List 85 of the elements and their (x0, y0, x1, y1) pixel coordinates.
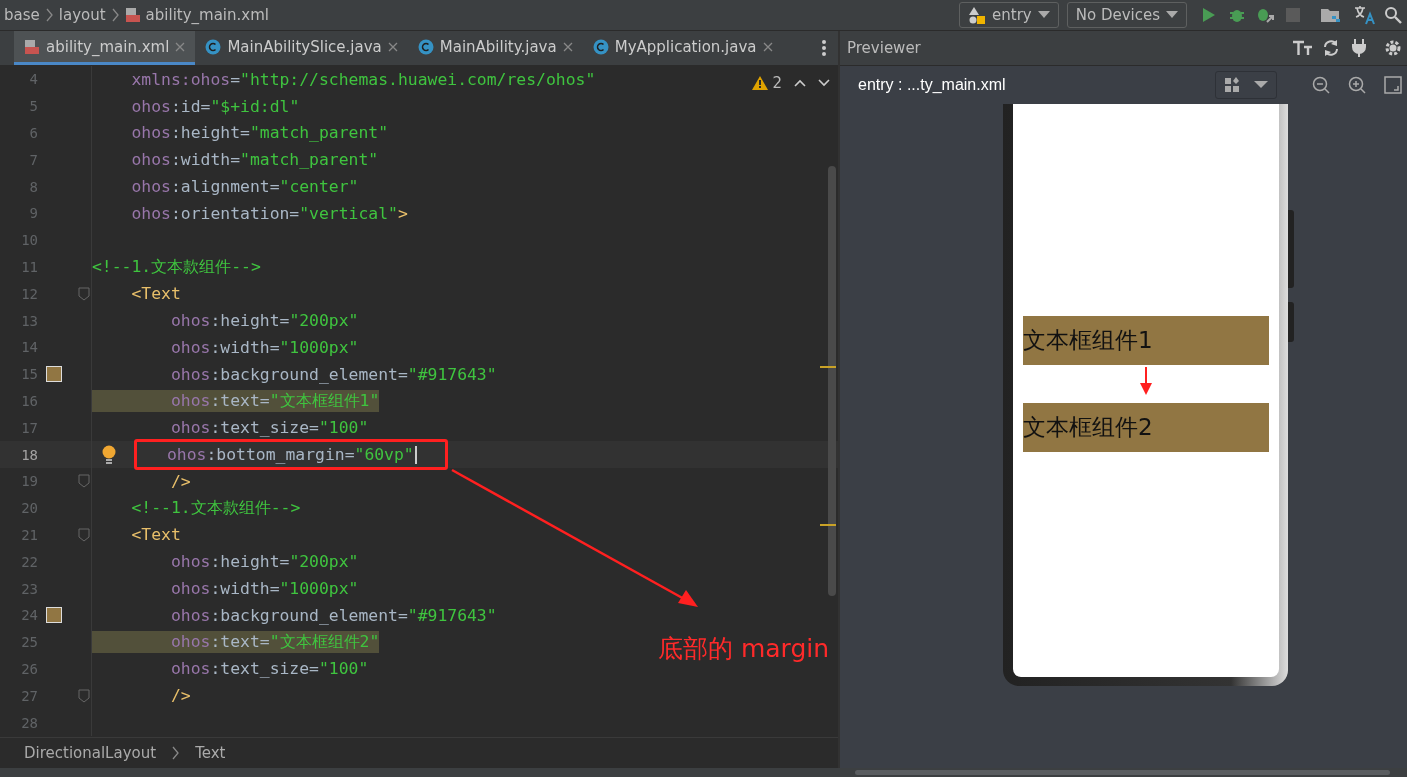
code-line: ohos:height="200px" (169, 552, 359, 572)
code-line: <Text (130, 284, 181, 304)
chevron-right-icon (172, 746, 180, 760)
line-number: 20 (20, 500, 38, 517)
panel-title: Previewer (847, 39, 921, 57)
class-file-icon (417, 38, 434, 55)
code-line: ohos:width="1000px" (169, 337, 359, 357)
line-number: 11 (20, 258, 38, 275)
caret-down-icon (1166, 11, 1178, 19)
code-line: ohos:id="$+id:dl" (130, 96, 300, 116)
line-number: 6 (28, 125, 38, 141)
breadcrumb-item[interactable]: DirectionalLayout (24, 744, 157, 762)
line-number: 4 (28, 71, 38, 88)
line-number: 14 (20, 339, 38, 356)
code-line: ohos:text_size="100" (169, 659, 369, 679)
grid-icon (1224, 77, 1240, 93)
code-line: ohos:height="200px" (169, 311, 359, 331)
breadcrumb-item[interactable]: ability_main.xml (145, 6, 269, 24)
shapes-icon (968, 6, 987, 24)
editor-tab[interactable]: ability_main.xml (14, 31, 196, 65)
code-line: /> (169, 471, 191, 491)
line-number: 9 (28, 205, 38, 222)
chevron-right-icon (45, 8, 53, 22)
code-line: ohos:background_element="#917643" (169, 605, 497, 625)
editor-tab[interactable]: MainAbilitySlice.java (195, 31, 408, 65)
line-number: 27 (20, 687, 38, 704)
close-icon[interactable] (387, 41, 398, 52)
line-number: 5 (28, 98, 38, 115)
line-number: 23 (20, 580, 38, 597)
line-number: 7 (28, 151, 38, 168)
code-line: ohos:background_element="#917643" (169, 364, 497, 384)
line-number: 18 (20, 446, 38, 463)
device-dropdown[interactable]: No Devices (1066, 2, 1187, 28)
class-file-icon (205, 38, 222, 55)
code-line: ohos:width="1000px" (169, 579, 359, 599)
warning-count[interactable]: 2 (752, 74, 782, 92)
line-number: 13 (20, 312, 38, 329)
code-line: <!--1.文本款组件--> (92, 255, 261, 278)
chevron-down-icon[interactable] (818, 79, 830, 87)
close-icon[interactable] (762, 41, 773, 52)
scrollbar[interactable] (855, 770, 1390, 775)
scrollbar[interactable] (828, 166, 836, 596)
xml-file-icon (24, 38, 40, 55)
line-number: 28 (20, 714, 38, 731)
chevron-right-icon (111, 8, 119, 22)
editor-tab[interactable]: MainAbility.java (407, 31, 583, 65)
annotation-text: 底部的 margin (658, 633, 830, 665)
code-line: /> (169, 686, 191, 706)
code-line: ohos:text_size="100" (169, 418, 369, 438)
module-dropdown[interactable]: entry (959, 2, 1059, 28)
bulb-icon[interactable] (102, 444, 116, 465)
line-number: 21 (20, 526, 38, 543)
line-number: 10 (20, 232, 38, 249)
code-line: ohos:alignment="center" (130, 177, 359, 197)
caret-down-icon (1037, 11, 1050, 19)
more-icon[interactable] (822, 40, 826, 56)
code-line: <!--1.文本款组件--> (130, 497, 301, 520)
editor-tab[interactable]: MyApplication.java (582, 31, 783, 65)
code-line: xmlns:ohos="http://schemas.huawei.com/res/ohos" (130, 69, 596, 89)
line-number: 19 (20, 473, 38, 490)
line-number: 8 (28, 178, 38, 195)
line-number: 17 (20, 419, 38, 436)
caret-down-icon (1254, 81, 1268, 89)
line-number: 26 (20, 660, 38, 677)
line-number: 25 (20, 634, 38, 651)
code-line: <Text (130, 525, 181, 545)
xml-file-icon (124, 7, 141, 23)
preview-file-name: entry : ...ty_main.xml (858, 76, 1006, 94)
code-line: ohos:height="match_parent" (130, 123, 389, 143)
close-icon[interactable] (562, 41, 573, 52)
line-number: 24 (20, 607, 38, 624)
breadcrumb-item[interactable]: Text (195, 744, 226, 762)
breadcrumb-item[interactable]: base (4, 6, 40, 24)
code-line: ohos:width="match_parent" (130, 150, 379, 170)
class-file-icon (592, 38, 609, 55)
line-number: 22 (20, 553, 38, 570)
chevron-up-icon[interactable] (794, 79, 806, 87)
line-number: 12 (20, 285, 38, 302)
breadcrumb-item[interactable]: layout (58, 6, 106, 24)
line-number: 15 (20, 366, 38, 383)
layout-dropdown[interactable] (1215, 71, 1277, 99)
line-number: 16 (20, 392, 38, 409)
preview-text: 文本框组件1 (1023, 316, 1269, 365)
code-line: ohos:orientation="vertical"> (130, 203, 408, 223)
preview-text: 文本框组件2 (1023, 403, 1269, 452)
